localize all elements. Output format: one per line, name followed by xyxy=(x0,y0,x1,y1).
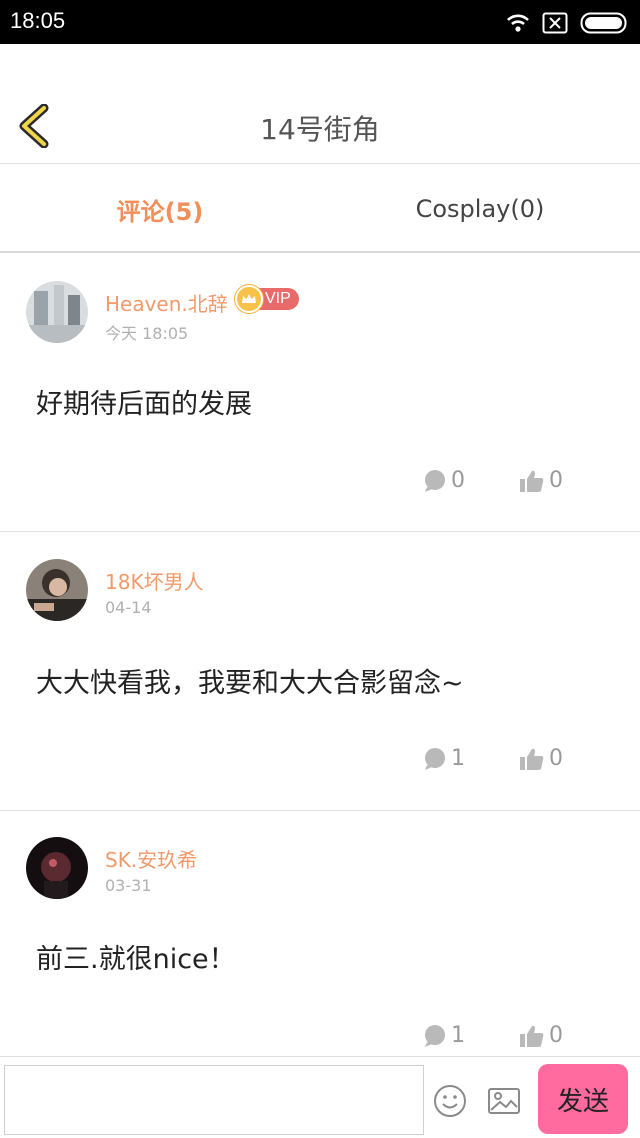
like-count[interactable]: 0 xyxy=(519,1023,563,1048)
image-icon[interactable] xyxy=(486,1083,522,1119)
comment-input[interactable] xyxy=(4,1065,424,1135)
like-count-value: 0 xyxy=(549,468,563,493)
like-count-value: 0 xyxy=(549,1023,563,1048)
thumbs-up-icon xyxy=(520,470,544,492)
avatar[interactable] xyxy=(26,281,88,343)
emoji-icon[interactable] xyxy=(432,1083,468,1119)
username[interactable]: Heaven.北辞 xyxy=(105,288,228,317)
avatar[interactable] xyxy=(26,559,88,621)
like-count[interactable]: 0 xyxy=(519,746,563,771)
status-icons xyxy=(506,10,630,36)
speech-bubble-icon xyxy=(425,747,445,770)
reply-count[interactable]: 0 xyxy=(423,468,465,493)
reply-count[interactable]: 1 xyxy=(423,1023,465,1048)
tab-bar: 评论(5) Cosplay(0) xyxy=(0,165,640,253)
comment-text: 前三.就很nice！ xyxy=(36,944,236,975)
tab-comments[interactable]: 评论(5) xyxy=(0,165,320,253)
like-count[interactable]: 0 xyxy=(519,468,563,493)
comment-date: 03-31 xyxy=(105,876,152,895)
battery-icon xyxy=(580,12,627,34)
like-count-value: 0 xyxy=(549,746,563,771)
reply-count-value: 1 xyxy=(451,1023,465,1048)
comment-item: 18K坏男人 04-14 大大快看我，我要和大大合影留念~ 1 0 xyxy=(0,533,640,811)
comment-item: SK.安玖希 03-31 前三.就很nice！ 1 0 xyxy=(0,811,640,1089)
wifi-icon xyxy=(507,14,529,32)
comment-composer: 发送 xyxy=(0,1056,640,1138)
status-bar: 18:05 xyxy=(0,0,640,44)
page-title: 14号街角 xyxy=(260,113,380,146)
avatar[interactable] xyxy=(26,837,88,899)
send-button[interactable]: 发送 xyxy=(538,1064,628,1134)
speech-bubble-icon xyxy=(425,469,445,492)
username[interactable]: SK.安玖希 xyxy=(105,844,197,873)
header: 14号街角 xyxy=(0,44,640,164)
status-time: 18:05 xyxy=(10,8,66,33)
username[interactable]: 18K坏男人 xyxy=(105,566,204,595)
thumbs-up-icon xyxy=(520,1025,544,1047)
comment-item: Heaven.北辞 VIP 今天 18:05 好期待后面的发展 0 0 xyxy=(0,254,640,532)
comment-text: 大大快看我，我要和大大合影留念~ xyxy=(36,668,464,699)
comment-date: 04-14 xyxy=(105,598,152,617)
crown-icon xyxy=(235,285,263,313)
comment-date: 今天 18:05 xyxy=(105,324,189,343)
no-sim-icon xyxy=(542,12,568,34)
reply-count-value: 0 xyxy=(451,468,465,493)
tab-cosplay[interactable]: Cosplay(0) xyxy=(320,165,640,253)
speech-bubble-icon xyxy=(425,1024,445,1047)
thumbs-up-icon xyxy=(520,748,544,770)
reply-count[interactable]: 1 xyxy=(423,746,465,771)
vip-badge: VIP xyxy=(235,285,299,313)
comment-text: 好期待后面的发展 xyxy=(36,389,252,420)
reply-count-value: 1 xyxy=(451,746,465,771)
